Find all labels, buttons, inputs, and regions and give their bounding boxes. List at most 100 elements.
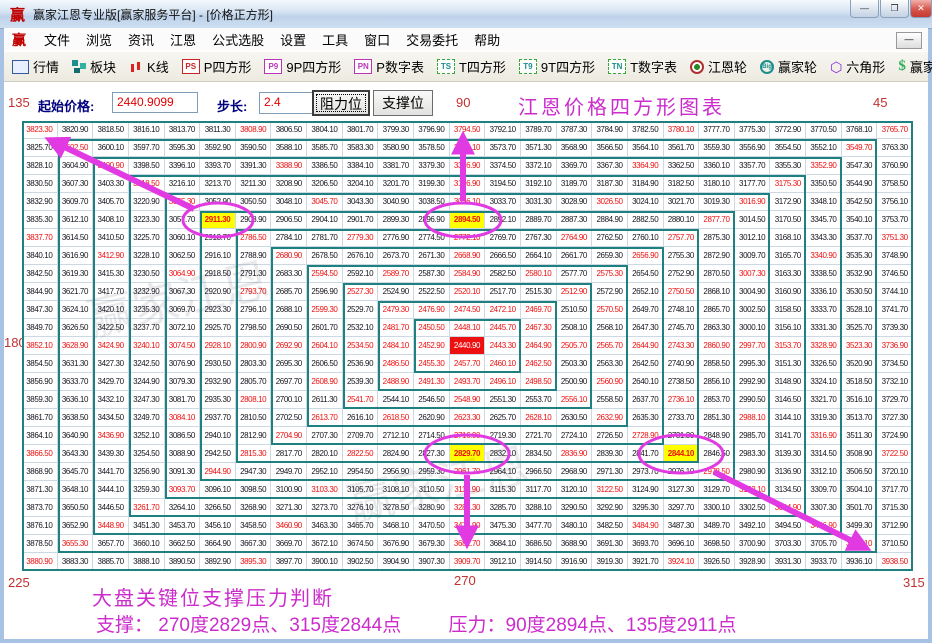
grid-cell[interactable]: 3477.70 [520,517,557,535]
grid-cell[interactable]: 2714.50 [414,427,450,445]
grid-cell[interactable]: 3580.90 [378,139,415,157]
grid-cell[interactable]: 2928.10 [200,337,236,355]
grid-cell[interactable]: 3208.90 [271,175,308,193]
grid-cell[interactable]: 3156.10 [770,319,807,337]
grid-cell[interactable]: 2668.90 [449,247,486,265]
grid-cell[interactable]: 3636.10 [57,391,94,409]
grid-cell[interactable]: 3057.70 [164,211,201,229]
grid-cell[interactable]: 3825.70 [22,139,58,157]
grid-cell[interactable]: 2800.90 [235,337,272,355]
menu-item-帮助[interactable]: 帮助 [466,31,508,50]
grid-cell[interactable]: 2452.90 [414,337,450,355]
grid-cell[interactable]: 2796.10 [235,301,272,319]
grid-cell[interactable]: 2812.90 [235,427,272,445]
grid-cell[interactable]: 2738.50 [663,373,700,391]
grid-cell[interactable]: 2990.50 [734,391,771,409]
grid-cell[interactable]: 2827.30 [414,445,450,463]
grid-cell[interactable]: 3818.50 [93,121,129,139]
grid-cell[interactable]: 3343.30 [806,229,842,247]
grid-cell[interactable]: 2980.90 [734,463,771,481]
grid-cell[interactable]: 3832.90 [22,193,58,211]
grid-cell[interactable]: 2930.50 [200,355,236,373]
maximize-button[interactable]: ❐ [880,0,909,18]
grid-cell[interactable]: 3938.50 [877,553,913,571]
grid-cell[interactable]: 2988.10 [734,409,771,427]
grid-cell[interactable]: 2964.10 [485,463,521,481]
grid-cell[interactable]: 2892.10 [485,211,521,229]
grid-cell[interactable]: 3768.10 [841,121,878,139]
grid-cell[interactable]: 3578.50 [414,139,450,157]
grid-cell[interactable]: 3379.30 [414,157,450,175]
grid-cell[interactable]: 2671.30 [414,247,450,265]
grid-cell[interactable]: 3223.30 [128,211,165,229]
grid-cell[interactable]: 3093.70 [164,481,201,499]
grid-cell[interactable]: 2822.50 [342,445,379,463]
grid-cell[interactable]: 2834.50 [520,445,557,463]
grid-cell[interactable]: 3424.90 [93,337,129,355]
grid-cell[interactable]: 2810.50 [235,409,272,427]
start-price-input[interactable]: 2440.9099 [112,92,198,113]
grid-cell[interactable]: 3792.10 [485,121,521,139]
grid-cell[interactable]: 3499.30 [841,517,878,535]
grid-cell[interactable]: 3849.70 [22,319,58,337]
grid-cell[interactable]: 3828.10 [22,157,58,175]
grid-cell[interactable]: 3091.30 [164,463,201,481]
grid-cell[interactable]: 3571.30 [520,139,557,157]
grid-cell[interactable]: 3348.10 [806,193,842,211]
grid-cell[interactable]: 2505.70 [556,337,593,355]
grid-cell[interactable]: 3842.50 [22,265,58,283]
toolbar-button-板块[interactable]: 板块 [72,57,116,76]
grid-cell[interactable]: 3564.10 [627,139,664,157]
grid-cell[interactable]: 2462.50 [520,355,557,373]
grid-cell[interactable]: 3823.30 [22,121,58,139]
grid-cell[interactable]: 3405.70 [93,193,129,211]
grid-cell[interactable]: 3854.50 [22,355,58,373]
grid-cell[interactable]: 3494.50 [770,517,807,535]
grid-cell[interactable]: 2469.70 [520,301,557,319]
grid-cell[interactable]: 2527.30 [342,283,379,301]
grid-cell[interactable]: 3595.30 [164,139,201,157]
grid-cell[interactable]: 3304.90 [770,499,807,517]
grid-cell[interactable]: 3045.70 [307,193,343,211]
grid-cell[interactable]: 2632.90 [592,409,628,427]
grid-cell[interactable]: 3604.90 [57,157,94,175]
grid-cell[interactable]: 3710.50 [877,535,913,553]
grid-cell[interactable]: 2702.50 [271,409,308,427]
grid-cell[interactable]: 3079.30 [164,373,201,391]
grid-cell[interactable]: 3904.90 [378,553,415,571]
grid-cell[interactable]: 3204.10 [342,175,379,193]
grid-cell[interactable]: 3775.30 [734,121,771,139]
grid-cell[interactable]: 2479.30 [378,301,415,319]
grid-cell[interactable]: 3381.70 [378,157,415,175]
grid-cell[interactable]: 3302.50 [734,499,771,517]
grid-cell[interactable]: 3112.90 [449,481,486,499]
grid-cell[interactable]: 3441.70 [93,463,129,481]
grid-cell[interactable]: 3492.10 [734,517,771,535]
grid-cell[interactable]: 2522.50 [414,283,450,301]
grid-cell[interactable]: 3530.50 [841,283,878,301]
grid-cell[interactable]: 3048.10 [271,193,308,211]
grid-cell[interactable]: 2740.90 [663,355,700,373]
toolbar-button-P数字表[interactable]: PN P数字表 [354,57,424,76]
grid-cell[interactable]: 2707.30 [307,427,343,445]
grid-cell[interactable]: 3175.30 [770,175,807,193]
grid-cell[interactable]: 3861.70 [22,409,58,427]
grid-cell[interactable]: 3936.10 [841,553,878,571]
grid-cell[interactable]: 2937.70 [200,409,236,427]
grid-cell[interactable]: 3290.50 [556,499,593,517]
grid-cell[interactable]: 2618.50 [378,409,415,427]
grid-cell[interactable]: 2719.30 [485,427,521,445]
grid-cell[interactable]: 3194.50 [485,175,521,193]
grid-cell[interactable]: 3808.90 [235,121,272,139]
grid-cell[interactable]: 2560.90 [592,373,628,391]
grid-cell[interactable]: 2611.30 [307,391,343,409]
grid-cell[interactable]: 3374.50 [485,157,521,175]
grid-cell[interactable]: 3830.50 [22,175,58,193]
grid-cell[interactable]: 2940.10 [200,427,236,445]
grid-cell[interactable]: 2520.10 [449,283,486,301]
grid-cell[interactable]: 3746.50 [877,265,913,283]
grid-cell[interactable]: 3758.50 [877,175,913,193]
grid-cell[interactable]: 2959.30 [414,463,450,481]
grid-cell[interactable]: 3511.30 [841,427,878,445]
grid-cell[interactable]: 2860.90 [699,337,735,355]
